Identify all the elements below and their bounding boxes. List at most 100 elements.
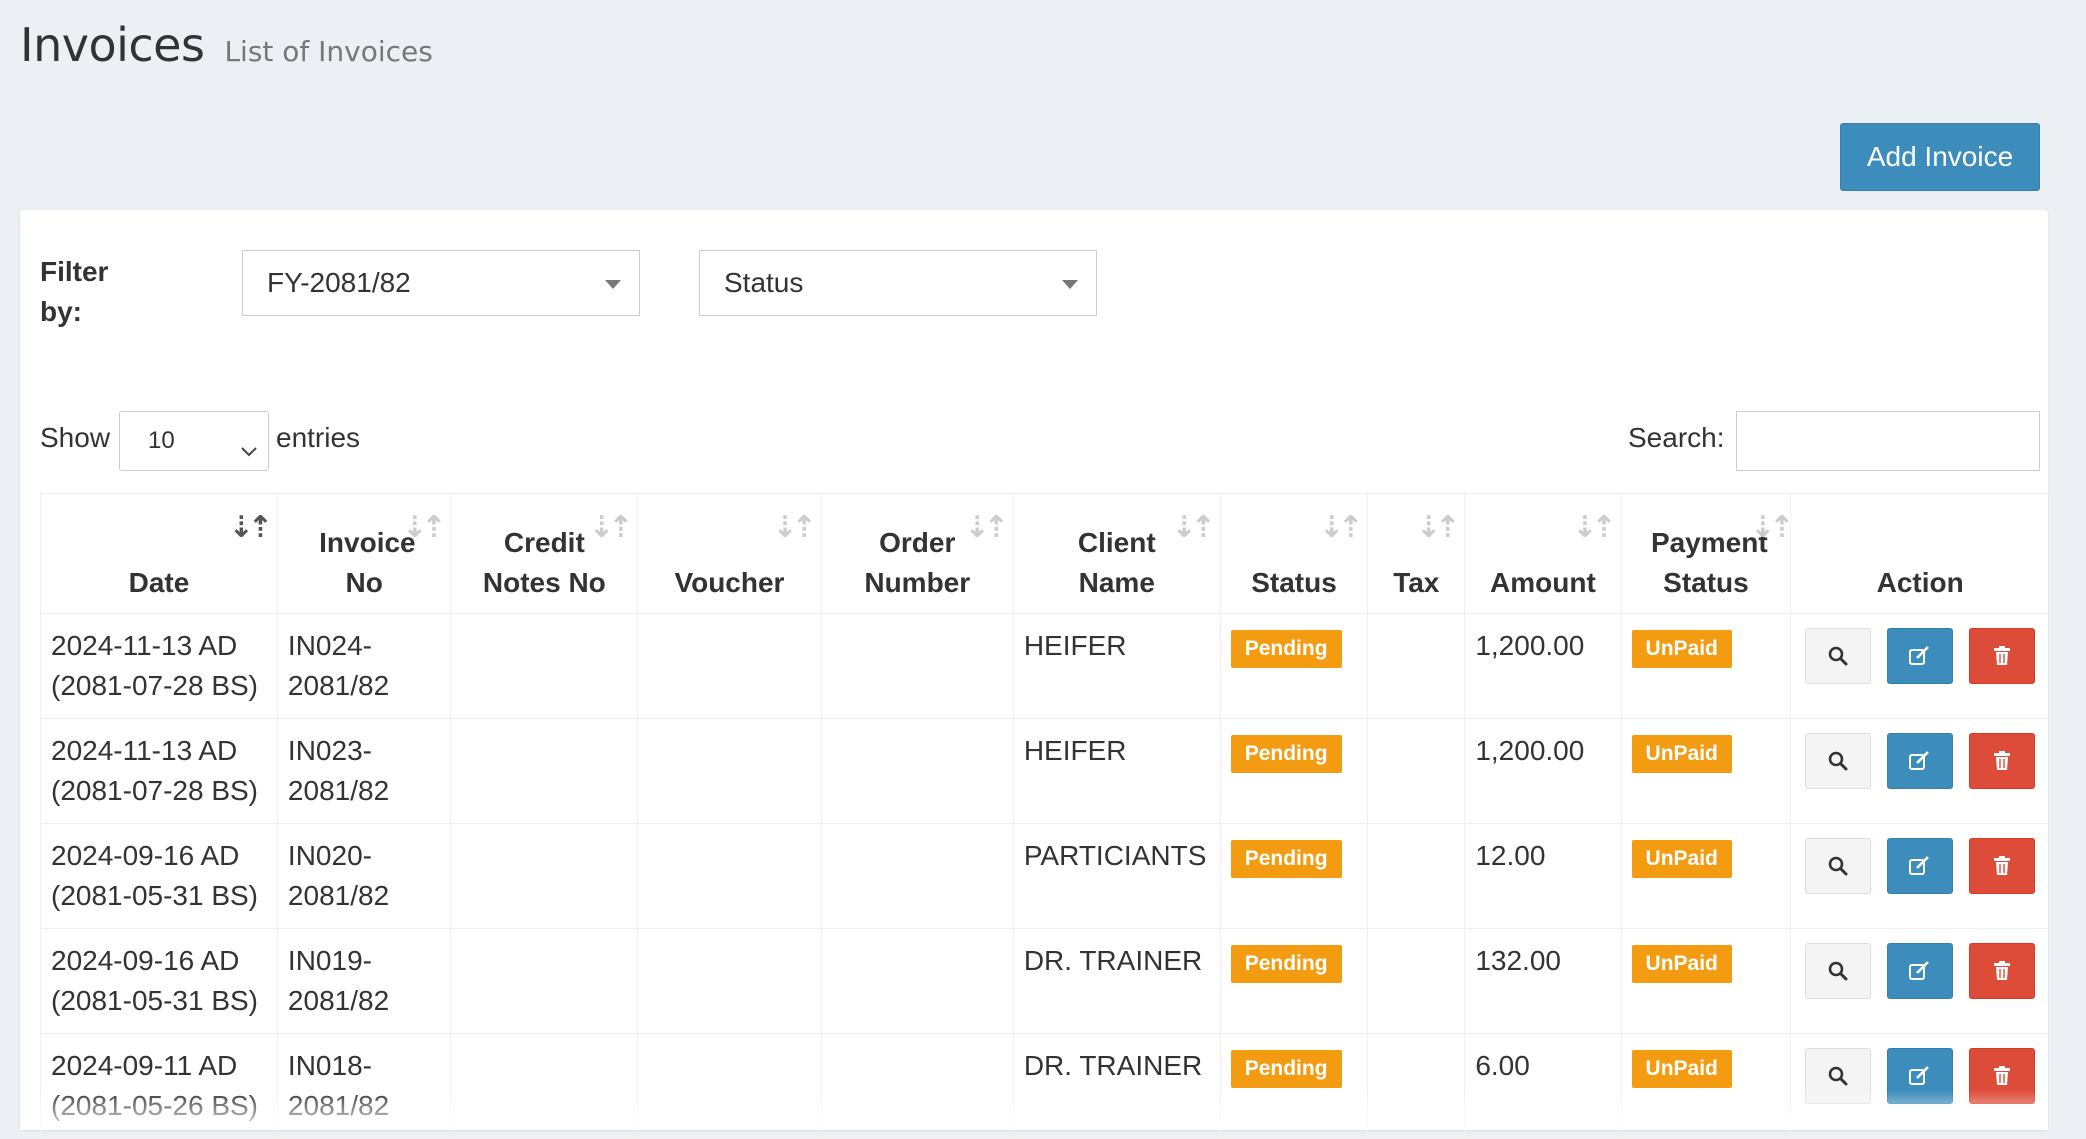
cell-invoice-no: IN023- 2081/82	[276, 718, 452, 824]
search-input[interactable]	[1736, 411, 2040, 471]
table-row: 2024-09-16 AD (2081-05-31 BS) IN019- 2081/…	[40, 928, 2050, 1034]
sort-icon: ⇣⇡	[1318, 510, 1363, 545]
col-voucher[interactable]: ⇣⇡ Voucher	[637, 493, 822, 614]
sort-icon: ⇣⇡	[964, 510, 1009, 545]
col-action-label: Action	[1876, 567, 1964, 598]
sort-desc-icon: ⇣⇡	[228, 510, 273, 545]
page-length-value: 10	[148, 427, 175, 454]
col-invoice-no[interactable]: ⇣⇡ Invoice No	[276, 493, 452, 614]
view-button[interactable]	[1805, 628, 1872, 684]
cell-date: 2024-09-16 AD (2081-05-31 BS)	[40, 928, 278, 1034]
cell-order-number	[820, 928, 1014, 1034]
view-button[interactable]	[1805, 943, 1872, 999]
cell-amount: 1,200.00	[1464, 718, 1622, 824]
view-button[interactable]	[1805, 733, 1872, 789]
trash-icon	[1993, 856, 2010, 875]
payment-status-badge: UnPaid	[1631, 1050, 1732, 1088]
fiscal-year-select[interactable]: FY-2081/82	[242, 250, 640, 316]
sort-icon: ⇣⇡	[772, 510, 816, 545]
filter-label: Filter by:	[40, 256, 109, 327]
sort-icon: ⇣⇡	[1416, 510, 1460, 545]
date-ad: 2024-09-16 AD	[51, 840, 240, 871]
cell-credit-notes	[450, 928, 639, 1034]
col-amount-label: Amount	[1490, 567, 1596, 598]
payment-status-badge: UnPaid	[1631, 630, 1732, 668]
delete-button[interactable]	[1968, 628, 2035, 684]
edit-button[interactable]	[1887, 943, 1954, 999]
cell-date: 2024-09-16 AD (2081-05-31 BS)	[40, 823, 278, 929]
status-select-value: Status	[724, 267, 804, 298]
edit-button[interactable]	[1887, 628, 1954, 684]
fiscal-year-value: FY-2081/82	[267, 267, 411, 298]
search-icon	[1829, 646, 1848, 666]
edit-icon	[1909, 1066, 1930, 1085]
col-credit-notes[interactable]: ⇣⇡ Credit Notes No	[450, 493, 639, 614]
col-tax[interactable]: ⇣⇡ Tax	[1367, 493, 1466, 614]
col-payment-status[interactable]: ⇣⇡ Payment Status	[1620, 493, 1794, 614]
edit-icon	[1909, 961, 1930, 980]
cell-client-name: HEIFER	[1012, 613, 1221, 719]
page-length-select[interactable]: 10	[119, 411, 269, 471]
delete-button[interactable]	[1968, 943, 2035, 999]
edit-icon	[1909, 646, 1930, 665]
col-amount[interactable]: ⇣⇡ Amount	[1464, 493, 1622, 614]
payment-status-badge: UnPaid	[1631, 840, 1732, 878]
page-subtitle: List of Invoices	[224, 35, 433, 68]
add-invoice-button[interactable]: Add Invoice	[1840, 123, 2040, 191]
col-order-number[interactable]: ⇣⇡ Order Number	[820, 493, 1014, 614]
cell-action	[1790, 718, 2050, 824]
col-status-label: Status	[1251, 567, 1337, 598]
cell-voucher	[637, 928, 822, 1034]
invoice-prefix: IN020-	[287, 840, 372, 871]
date-ad: 2024-11-13 AD	[51, 735, 238, 766]
cell-action	[1790, 823, 2050, 929]
cell-amount: 132.00	[1464, 928, 1622, 1034]
date-bs: (2081-05-31 BS)	[51, 985, 259, 1016]
table-header-row: ⇣⇡ Date ⇣⇡ Invoice No ⇣⇡ Credit Notes No ⇣⇡…	[40, 493, 2050, 614]
cell-voucher	[637, 718, 822, 824]
delete-button[interactable]	[1968, 733, 2035, 789]
entries-label: entries	[276, 422, 361, 453]
table-row: 2024-11-13 AD (2081-07-28 BS) IN024- 2081/…	[40, 613, 2050, 719]
cell-action	[1790, 928, 2050, 1034]
view-button[interactable]	[1805, 838, 1872, 894]
cell-invoice-no: IN020- 2081/82	[276, 823, 452, 929]
show-label: Show	[40, 422, 111, 453]
cell-status: Pending	[1219, 823, 1369, 929]
cell-tax	[1367, 928, 1466, 1034]
cell-client-name: HEIFER	[1012, 718, 1221, 824]
cell-voucher	[637, 613, 822, 719]
page-title: Invoices	[20, 18, 205, 72]
edit-button[interactable]	[1887, 733, 1954, 789]
cell-tax	[1367, 613, 1466, 719]
cell-invoice-no: IN019- 2081/82	[276, 928, 452, 1034]
sort-icon: ⇣⇡	[1750, 510, 1794, 545]
cell-tax	[1367, 823, 1466, 929]
invoice-fy: 2081/82	[287, 670, 390, 701]
date-bs: (2081-07-28 BS)	[51, 775, 259, 806]
cell-payment-status: UnPaid	[1620, 823, 1792, 929]
col-date[interactable]: ⇣⇡ Date	[40, 493, 278, 614]
search-label: Search:	[1628, 422, 1725, 453]
sort-icon: ⇣⇡	[402, 510, 446, 545]
scroll-fade	[20, 1090, 2048, 1130]
edit-button[interactable]	[1887, 838, 1954, 894]
col-status[interactable]: ⇣⇡ Status	[1219, 493, 1369, 614]
cell-amount: 12.00	[1464, 823, 1622, 929]
cell-order-number	[820, 718, 1014, 824]
cell-status: Pending	[1219, 928, 1369, 1034]
status-badge: Pending	[1230, 1050, 1342, 1088]
cell-tax	[1367, 718, 1466, 824]
col-invoice-no-label: Invoice No	[319, 527, 416, 598]
cell-date: 2024-11-13 AD (2081-07-28 BS)	[40, 613, 278, 719]
col-client-name[interactable]: ⇣⇡ Client Name	[1012, 493, 1221, 614]
cell-client-name: PARTICIANTS	[1012, 823, 1221, 929]
cell-voucher	[637, 823, 822, 929]
cell-action	[1790, 613, 2050, 719]
cell-amount: 1,200.00	[1464, 613, 1622, 719]
status-select[interactable]: Status	[699, 250, 1097, 316]
search-icon	[1829, 1066, 1848, 1086]
delete-button[interactable]	[1968, 838, 2035, 894]
status-badge: Pending	[1230, 840, 1342, 878]
caret-down-icon	[605, 280, 621, 289]
